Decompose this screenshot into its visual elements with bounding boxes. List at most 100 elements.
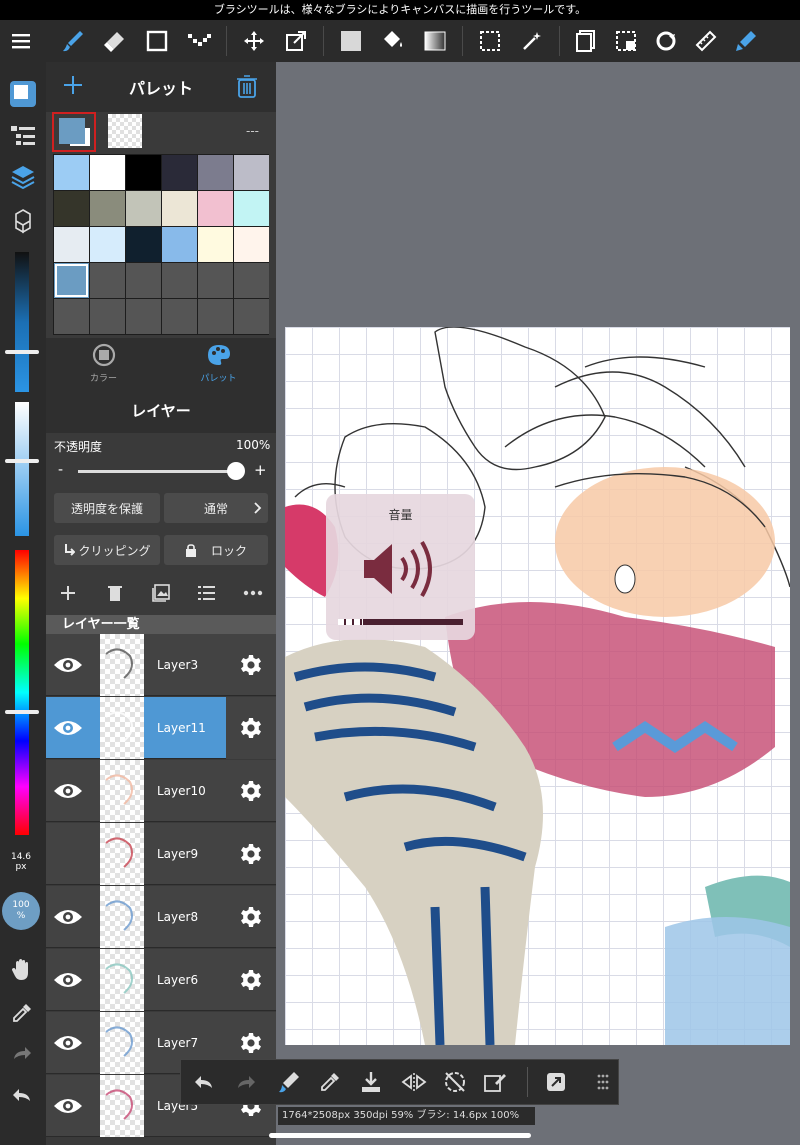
bottom-rotate-reset-icon[interactable] (443, 1070, 467, 1094)
eraser-tool-icon[interactable] (94, 20, 136, 62)
tab-palette[interactable]: パレット (161, 338, 276, 388)
brush-size-slider[interactable] (15, 252, 29, 392)
layer-row[interactable]: Layer9 (46, 823, 276, 885)
undo-icon[interactable] (11, 1086, 33, 1104)
opacity-slider[interactable] (15, 402, 29, 536)
bottom-undo-icon[interactable] (193, 1073, 215, 1091)
brush-tool-icon[interactable] (52, 20, 94, 62)
layer-opacity-knob[interactable] (227, 462, 245, 480)
palette-swatch[interactable] (198, 227, 233, 262)
material-icon[interactable] (566, 20, 606, 62)
rotate-canvas-icon[interactable] (646, 20, 686, 62)
redo-icon[interactable] (11, 1044, 33, 1062)
visibility-eye-icon[interactable] (46, 1012, 90, 1074)
palette-swatch[interactable] (54, 227, 89, 262)
trash-icon[interactable] (236, 74, 258, 98)
palette-swatch[interactable] (162, 263, 197, 298)
layer-image-icon[interactable] (152, 584, 170, 602)
bottom-redo-icon[interactable] (235, 1073, 257, 1091)
clipping-button[interactable]: クリッピング (54, 535, 160, 565)
layer-row[interactable]: Layer8 (46, 886, 276, 948)
add-layer-icon[interactable] (60, 585, 76, 601)
palette-swatch[interactable] (234, 191, 269, 226)
layer-settings-gear-icon[interactable] (226, 949, 276, 1011)
bucket-tool-icon[interactable] (372, 20, 414, 62)
protect-alpha-button[interactable]: 透明度を保護 (54, 493, 160, 523)
visibility-eye-icon[interactable] (46, 949, 90, 1011)
palette-swatch[interactable] (90, 227, 125, 262)
palette-swatch[interactable] (90, 191, 125, 226)
hue-handle[interactable] (5, 710, 39, 714)
visibility-eye-icon[interactable] (46, 697, 90, 759)
palette-swatch[interactable] (54, 263, 89, 298)
palette-swatch[interactable] (54, 191, 89, 226)
palette-swatch[interactable] (126, 299, 161, 334)
visibility-eye-icon[interactable] (46, 634, 90, 696)
pen-settings-icon[interactable] (726, 20, 766, 62)
palette-swatch[interactable] (126, 191, 161, 226)
materials-cube-icon[interactable] (10, 208, 36, 234)
menu-icon[interactable] (0, 20, 42, 62)
palette-swatch[interactable] (54, 299, 89, 334)
shape-tool-icon[interactable] (136, 20, 178, 62)
gradient-tool-icon[interactable] (414, 20, 456, 62)
layer-list-icon[interactable] (10, 124, 36, 148)
opacity-handle[interactable] (5, 459, 39, 463)
add-palette-icon[interactable] (62, 74, 84, 96)
hand-icon[interactable] (10, 958, 34, 982)
layer-opacity-slider[interactable] (78, 470, 236, 473)
fill-color-icon[interactable] (330, 20, 372, 62)
select-tool-icon[interactable] (469, 20, 511, 62)
opacity-plus[interactable]: + (254, 461, 267, 479)
palette-swatch[interactable] (198, 191, 233, 226)
layer-settings-gear-icon[interactable] (226, 823, 276, 885)
more-icon[interactable] (243, 590, 263, 596)
bottom-save-icon[interactable] (359, 1070, 383, 1094)
palette-swatch[interactable] (126, 263, 161, 298)
palette-swatch[interactable] (198, 155, 233, 190)
lock-button[interactable]: ロック (164, 535, 268, 565)
palette-swatch[interactable] (54, 155, 89, 190)
visibility-eye-icon[interactable] (46, 886, 90, 948)
bottom-share-icon[interactable] (546, 1072, 566, 1092)
zoom-badge[interactable]: 100 % (2, 892, 40, 930)
delete-layer-icon[interactable] (108, 584, 122, 602)
layer-settings-gear-icon[interactable] (226, 697, 276, 759)
layers-icon[interactable] (10, 164, 36, 190)
palette-swatch[interactable] (162, 155, 197, 190)
ruler-icon[interactable] (686, 20, 726, 62)
eyedropper-icon[interactable] (11, 1002, 33, 1024)
visibility-eye-icon[interactable] (46, 760, 90, 822)
move-tool-icon[interactable] (233, 20, 275, 62)
palette-swatch[interactable] (234, 155, 269, 190)
palette-swatch[interactable] (162, 227, 197, 262)
visibility-eye-icon[interactable] (46, 823, 90, 885)
brush-size-handle[interactable] (5, 350, 39, 354)
palette-swatch[interactable] (234, 227, 269, 262)
bottom-grid-handle-icon[interactable] (596, 1073, 610, 1091)
layer-menu-list-icon[interactable] (198, 585, 216, 601)
palette-swatch[interactable] (234, 263, 269, 298)
layer-settings-gear-icon[interactable] (226, 760, 276, 822)
hue-slider[interactable] (15, 550, 29, 835)
layer-settings-gear-icon[interactable] (226, 886, 276, 948)
palette-swatch[interactable] (126, 227, 161, 262)
current-color-well[interactable] (52, 112, 96, 152)
magic-wand-icon[interactable] (511, 20, 553, 62)
palette-swatch[interactable] (162, 299, 197, 334)
drawing-canvas[interactable] (285, 327, 790, 1045)
blend-mode-button[interactable]: 通常 (164, 493, 268, 523)
dot-tool-icon[interactable] (178, 20, 220, 62)
layer-settings-gear-icon[interactable] (226, 634, 276, 696)
bottom-flip-icon[interactable] (401, 1072, 427, 1092)
layer-row[interactable]: Layer6 (46, 949, 276, 1011)
palette-swatch[interactable] (126, 155, 161, 190)
palette-swatch[interactable] (198, 299, 233, 334)
palette-swatch[interactable] (234, 299, 269, 334)
palette-swatch[interactable] (162, 191, 197, 226)
opacity-minus[interactable]: - (58, 462, 63, 478)
home-indicator[interactable] (269, 1133, 531, 1138)
visibility-eye-icon[interactable] (46, 1075, 90, 1137)
palette-swatch[interactable] (90, 263, 125, 298)
color-swap-icon[interactable] (9, 80, 37, 108)
